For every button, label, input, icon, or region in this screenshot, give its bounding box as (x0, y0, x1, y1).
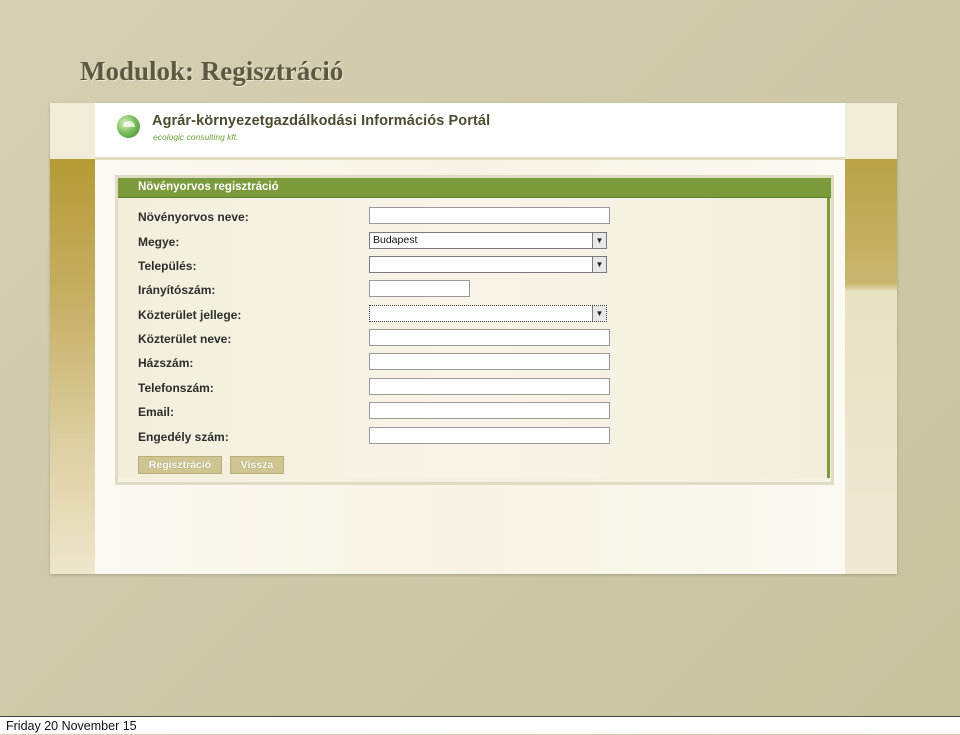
zip-input[interactable] (369, 280, 470, 297)
email-input[interactable] (369, 402, 610, 419)
slide-footer-date: Friday 20 November 15 (0, 716, 960, 734)
screenshot-frame: Agrár-környezetgazdálkodási Információs … (50, 103, 897, 574)
street-name-input[interactable] (369, 329, 610, 346)
email-label: Email: (138, 405, 175, 419)
city-select[interactable]: ▼ (369, 256, 607, 273)
panel-title: Növényorvos regisztráció (118, 178, 831, 198)
county-label: Megye: (138, 235, 180, 249)
back-button[interactable]: Vissza (230, 456, 284, 474)
portal-subtitle: ecologic consulting kft. (153, 132, 239, 142)
row-house-number: Házszám: (118, 353, 718, 373)
chevron-down-icon[interactable]: ▼ (592, 233, 606, 248)
register-button[interactable]: Regisztráció (138, 456, 222, 474)
row-phone: Telefonszám: (118, 378, 718, 398)
street-type-label: Közterület jellege: (138, 308, 242, 322)
house-number-label: Házszám: (138, 356, 194, 370)
portal-page: Agrár-környezetgazdálkodási Információs … (95, 103, 845, 574)
name-input[interactable] (369, 207, 610, 224)
house-number-input[interactable] (369, 353, 610, 370)
portal-header: Agrár-környezetgazdálkodási Információs … (95, 103, 845, 160)
chevron-down-icon[interactable]: ▼ (592, 257, 606, 272)
county-select-value: Budapest (373, 234, 418, 246)
phone-label: Telefonszám: (138, 381, 214, 395)
button-row: Regisztráció Vissza (118, 456, 718, 476)
slide-title: Modulok: Regisztráció (80, 56, 344, 86)
row-street-type: Közterület jellege: ▼ (118, 305, 718, 325)
county-select[interactable]: Budapest ▼ (369, 232, 607, 249)
ecologic-logo-icon[interactable] (117, 115, 140, 138)
street-type-select[interactable]: ▼ (369, 305, 607, 322)
row-email: Email: (118, 402, 718, 422)
background-strip-right (845, 159, 897, 574)
registration-panel: Növényorvos regisztráció Növényorvos nev… (115, 175, 834, 485)
street-name-label: Közterület neve: (138, 332, 232, 346)
phone-input[interactable] (369, 378, 610, 395)
chevron-down-icon[interactable]: ▼ (592, 306, 606, 321)
license-input[interactable] (369, 427, 610, 444)
zip-label: Irányítószám: (138, 283, 216, 297)
row-zip: Irányítószám: (118, 280, 718, 300)
row-city: Település: ▼ (118, 256, 718, 276)
license-label: Engedély szám: (138, 430, 229, 444)
row-county: Megye: Budapest ▼ (118, 232, 718, 252)
row-street-name: Közterület neve: (118, 329, 718, 349)
row-name: Növényorvos neve: (118, 207, 718, 227)
row-license: Engedély szám: (118, 427, 718, 447)
portal-name: Agrár-környezetgazdálkodási Információs … (152, 113, 491, 129)
background-strip-left (50, 159, 95, 574)
form-body: Növényorvos neve: Megye: Budapest ▼ Tele… (118, 198, 830, 478)
city-label: Település: (138, 259, 197, 273)
name-label: Növényorvos neve: (138, 210, 249, 224)
